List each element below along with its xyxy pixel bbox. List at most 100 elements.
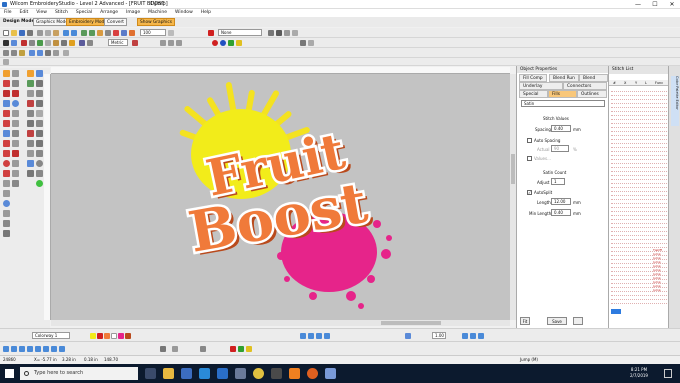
star-icon[interactable] bbox=[12, 160, 19, 167]
distribute-icon[interactable] bbox=[63, 50, 69, 56]
reshape-icon[interactable] bbox=[11, 40, 17, 46]
start-icon[interactable] bbox=[3, 346, 9, 352]
monogram-icon[interactable] bbox=[12, 90, 19, 97]
reshape-tool-icon[interactable] bbox=[3, 190, 10, 197]
colorway-dropdown[interactable]: Colorway 1 bbox=[32, 332, 70, 339]
ripple-icon[interactable] bbox=[36, 120, 43, 127]
menu-edit[interactable]: Edit bbox=[16, 9, 33, 17]
convert-button[interactable]: Convert bbox=[104, 18, 127, 26]
wilcom-icon[interactable] bbox=[325, 368, 336, 379]
horizontal-scrollbar[interactable] bbox=[51, 320, 510, 326]
prev-stitch-icon[interactable] bbox=[27, 346, 33, 352]
zoom-in-icon[interactable] bbox=[81, 30, 87, 36]
tools-icon[interactable] bbox=[300, 40, 306, 46]
media-icon[interactable] bbox=[271, 368, 282, 379]
color-swatch-icon[interactable] bbox=[208, 30, 214, 36]
hand-icon[interactable] bbox=[3, 210, 10, 217]
tab-fill-comp[interactable]: Fill Comp bbox=[519, 74, 547, 82]
redo-icon[interactable] bbox=[71, 30, 77, 36]
edge-icon[interactable] bbox=[199, 368, 210, 379]
stitch-type-icon[interactable] bbox=[268, 30, 274, 36]
density-icon[interactable] bbox=[276, 30, 282, 36]
branch-icon[interactable] bbox=[12, 140, 19, 147]
bottom-zoom-field[interactable]: 1.00 bbox=[432, 332, 446, 339]
grid-icon[interactable] bbox=[105, 30, 111, 36]
align-left-icon[interactable] bbox=[160, 40, 166, 46]
notification-icon[interactable] bbox=[664, 369, 672, 378]
travel-back-icon[interactable] bbox=[462, 333, 468, 339]
lettering-icon[interactable] bbox=[3, 90, 10, 97]
arc-icon[interactable] bbox=[27, 160, 34, 167]
store-icon[interactable] bbox=[181, 368, 192, 379]
tab-connectors[interactable]: Connectors bbox=[563, 82, 607, 90]
menu-help[interactable]: Help bbox=[197, 9, 215, 17]
close-button[interactable]: ✕ bbox=[664, 0, 680, 9]
travel-by-color-icon[interactable] bbox=[230, 346, 236, 352]
menu-machine[interactable]: Machine bbox=[144, 9, 171, 17]
shapes-icon[interactable] bbox=[3, 100, 10, 107]
color-chip-2[interactable] bbox=[97, 333, 103, 339]
group-icon[interactable] bbox=[3, 50, 9, 56]
snap-icon[interactable] bbox=[132, 40, 138, 46]
zoom-field[interactable]: 100 bbox=[140, 29, 166, 36]
zoom-dropdown-icon[interactable] bbox=[168, 30, 174, 36]
lock-icon[interactable] bbox=[19, 50, 25, 56]
minimize-button[interactable]: — bbox=[630, 0, 646, 9]
show-graphics-button[interactable]: Show Graphics bbox=[137, 18, 175, 26]
scale-icon[interactable] bbox=[45, 50, 51, 56]
travel-end-icon[interactable] bbox=[478, 333, 484, 339]
slow-redraw-icon[interactable] bbox=[300, 333, 306, 339]
node-icon[interactable] bbox=[36, 70, 43, 77]
satin-icon[interactable] bbox=[27, 100, 34, 107]
mirror-icon[interactable] bbox=[29, 50, 35, 56]
horizontal-scroll-thumb[interactable] bbox=[381, 321, 441, 325]
stop-playback-icon[interactable] bbox=[324, 333, 330, 339]
yellow-icon[interactable] bbox=[236, 40, 242, 46]
blue-dot-icon[interactable] bbox=[220, 40, 226, 46]
menu-window[interactable]: Window bbox=[171, 9, 197, 17]
fabric-icon[interactable] bbox=[405, 333, 411, 339]
function-icon[interactable] bbox=[27, 150, 34, 157]
stitch-list-row[interactable] bbox=[611, 300, 667, 304]
lasso-icon[interactable] bbox=[12, 70, 19, 77]
menu-special[interactable]: Special bbox=[72, 9, 96, 17]
embroidery-design[interactable]: Fruit Fruit Fruit Boost Boost Boost bbox=[51, 74, 510, 320]
selected-stitch-row[interactable] bbox=[611, 309, 621, 314]
taskbar-search[interactable]: Type here to search bbox=[20, 367, 138, 380]
ruler-icon[interactable] bbox=[113, 30, 119, 36]
open-folder-icon[interactable] bbox=[11, 30, 17, 36]
column-a-icon[interactable] bbox=[3, 80, 10, 87]
auto-spacing-checkbox[interactable] bbox=[527, 138, 532, 143]
tab-special[interactable]: Special bbox=[519, 90, 548, 98]
weld-icon[interactable] bbox=[27, 140, 34, 147]
cross-stitch-icon[interactable] bbox=[3, 120, 10, 127]
values-checkbox[interactable] bbox=[527, 156, 532, 161]
outline-type-icon[interactable] bbox=[292, 30, 298, 36]
tab-blend-run[interactable]: Blend Run bbox=[549, 74, 579, 82]
adjust-input[interactable]: 1 bbox=[551, 178, 565, 185]
circle-icon[interactable] bbox=[12, 100, 19, 107]
travel-icon[interactable] bbox=[79, 40, 85, 46]
align-center-icon[interactable] bbox=[168, 40, 174, 46]
next-color-icon[interactable] bbox=[51, 346, 57, 352]
sparkle-icon[interactable] bbox=[12, 170, 19, 177]
next-object-icon[interactable] bbox=[43, 346, 49, 352]
column-b-icon[interactable] bbox=[12, 80, 19, 87]
settings-icon[interactable] bbox=[308, 40, 314, 46]
system-clock[interactable]: 8:21 PM 2/7/2019 bbox=[630, 367, 648, 379]
align-right-icon[interactable] bbox=[176, 40, 182, 46]
menu-file[interactable]: File bbox=[0, 9, 16, 17]
new-file-icon[interactable] bbox=[3, 30, 9, 36]
hoop-icon[interactable] bbox=[129, 30, 135, 36]
outline-icon[interactable] bbox=[27, 90, 34, 97]
offset-icon[interactable] bbox=[36, 90, 43, 97]
color-chip-6[interactable] bbox=[125, 333, 131, 339]
zoom-out-icon[interactable] bbox=[89, 30, 95, 36]
save-button[interactable]: Save bbox=[547, 317, 567, 325]
prev-object-icon[interactable] bbox=[19, 346, 25, 352]
circle-tool-icon[interactable] bbox=[3, 160, 10, 167]
help-button[interactable] bbox=[573, 317, 583, 325]
play-icon[interactable] bbox=[308, 333, 314, 339]
vlc-icon[interactable] bbox=[289, 368, 300, 379]
firefox-icon[interactable] bbox=[307, 368, 318, 379]
